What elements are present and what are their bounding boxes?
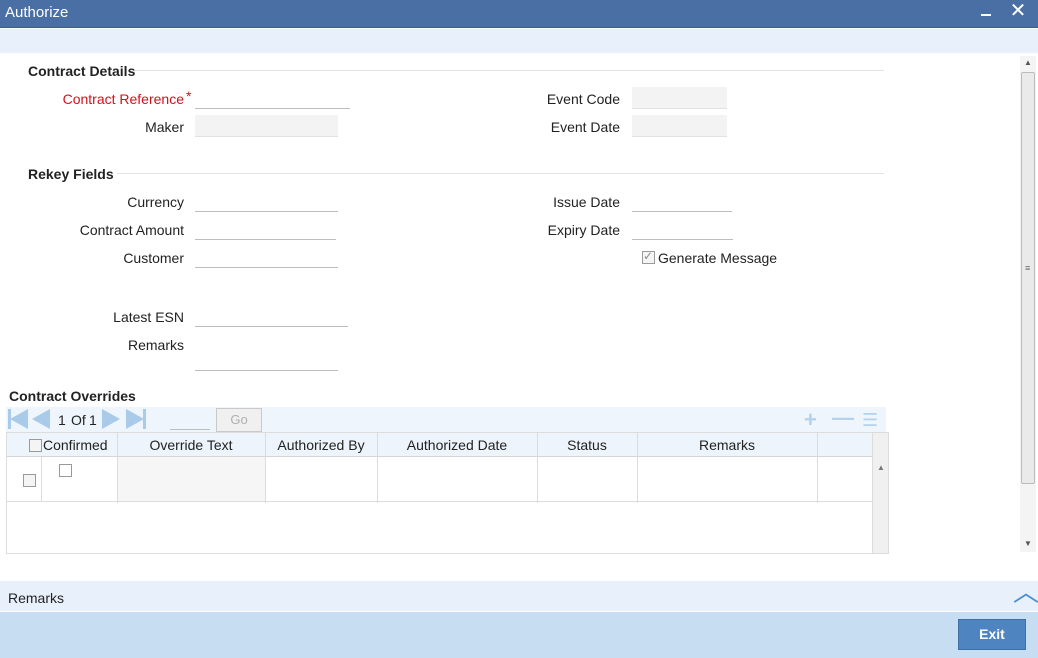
event-date-field [632, 115, 727, 137]
scroll-down-icon[interactable]: ▼ [1024, 539, 1032, 548]
expand-chevron-icon[interactable]: ︿ [1013, 579, 1038, 605]
grip-icon: ≡ [1025, 263, 1031, 273]
column-header-authorized-date: Authorized Date [406, 437, 508, 453]
footer: Exit [0, 612, 1038, 658]
currency-label: Currency [127, 194, 184, 210]
customer-input[interactable] [195, 246, 338, 268]
event-code-label: Event Code [546, 91, 620, 107]
exit-button[interactable]: Exit [958, 619, 1026, 650]
table-row[interactable] [7, 457, 872, 502]
select-all-checkbox[interactable] [29, 439, 42, 452]
status-cell [538, 457, 636, 501]
close-button[interactable]: ✕ [1008, 0, 1028, 22]
scroll-up-icon[interactable]: ▲ [877, 463, 885, 472]
total-pages: 1 [89, 412, 97, 428]
override-text-cell [118, 457, 265, 501]
event-code-field [632, 87, 727, 109]
column-header-remarks: Remarks [698, 437, 755, 453]
single-view-icon[interactable]: ☰ [862, 411, 878, 429]
authorized-by-cell [266, 457, 376, 501]
column-header-override-text: Override Text [149, 437, 233, 453]
maker-label: Maker [145, 119, 184, 135]
overrides-grid: Confirmed Override Text Authorized By Au… [6, 432, 889, 554]
rekey-fields-title: Rekey Fields [28, 166, 114, 182]
grid-scrollbar[interactable]: ▲ [872, 433, 888, 553]
contract-amount-input[interactable] [195, 218, 336, 240]
next-page-icon[interactable] [102, 409, 122, 429]
row-select-checkbox[interactable] [23, 474, 36, 487]
remarks-cell [638, 457, 816, 501]
section-divider [117, 173, 884, 174]
contract-reference-label: Contract Reference [62, 91, 184, 107]
remarks-band-label: Remarks [8, 590, 65, 606]
contract-amount-label: Contract Amount [79, 222, 184, 238]
expiry-date-label: Expiry Date [547, 222, 620, 238]
section-divider [135, 70, 884, 71]
expiry-date-input[interactable] [632, 218, 733, 240]
window-titlebar: Authorize ✕ [0, 0, 1038, 28]
delete-row-icon[interactable]: — [832, 407, 854, 429]
issue-date-label: Issue Date [553, 194, 620, 210]
latest-esn-input[interactable] [195, 305, 348, 327]
grid-header: Confirmed Override Text Authorized By Au… [7, 433, 872, 457]
authorized-date-cell [378, 457, 536, 501]
generate-message-label: Generate Message [658, 250, 778, 266]
main-scrollbar[interactable]: ▲ ≡ ▼ [1020, 56, 1036, 552]
page-of-label: Of [71, 412, 86, 428]
overrides-toolbar: 1 Of 1 Go + — ☰ [6, 407, 886, 433]
window-title: Authorize [5, 4, 69, 21]
issue-date-input[interactable] [632, 190, 732, 212]
header-strip [0, 29, 1038, 53]
add-row-icon[interactable]: + [804, 409, 817, 431]
required-mark: * [186, 88, 192, 104]
remarks-input[interactable] [195, 349, 338, 371]
latest-esn-label: Latest ESN [113, 309, 184, 325]
scrollbar-thumb[interactable]: ≡ [1021, 72, 1035, 484]
column-header-status: Status [567, 437, 607, 453]
column-header-confirmed: Confirmed [43, 437, 108, 453]
contract-overrides-title: Contract Overrides [9, 388, 136, 404]
remarks-band[interactable]: Remarks ︿ [0, 579, 1038, 611]
currency-input[interactable] [195, 190, 338, 212]
page-number-input[interactable] [170, 410, 210, 430]
contract-reference-input[interactable] [195, 87, 350, 109]
maker-field [195, 115, 338, 137]
column-header-authorized-by: Authorized By [277, 437, 365, 453]
confirmed-checkbox[interactable] [59, 464, 72, 477]
generate-message-checkbox[interactable] [642, 249, 655, 264]
event-date-label: Event Date [550, 119, 620, 135]
scroll-up-icon[interactable]: ▲ [1024, 58, 1032, 67]
first-page-icon[interactable] [8, 409, 28, 429]
contract-details-title: Contract Details [28, 63, 136, 79]
minimize-button[interactable] [978, 3, 994, 23]
go-button[interactable]: Go [216, 408, 262, 432]
last-page-icon[interactable] [126, 409, 146, 429]
customer-label: Customer [123, 250, 184, 266]
current-page: 1 [58, 412, 66, 428]
previous-page-icon[interactable] [32, 409, 52, 429]
remarks-label: Remarks [127, 337, 184, 353]
